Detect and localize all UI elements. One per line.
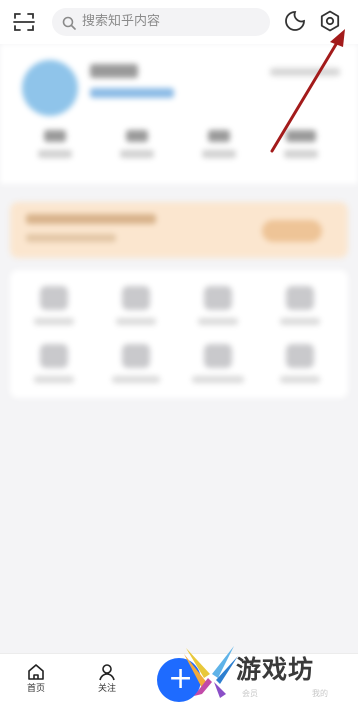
- profile-card[interactable]: [0, 44, 358, 184]
- night-mode-icon[interactable]: [283, 9, 307, 33]
- stat-item[interactable]: [30, 130, 80, 158]
- grid-item[interactable]: [24, 286, 84, 325]
- grid-item[interactable]: [24, 344, 84, 383]
- profile-name: [90, 64, 138, 78]
- blurred-content: [0, 44, 358, 404]
- watermark-text: 游戏坊: [236, 655, 315, 684]
- stat-item[interactable]: [112, 130, 162, 158]
- nav-home-label: 首页: [26, 684, 45, 694]
- feature-grid: [10, 270, 348, 398]
- avatar[interactable]: [22, 60, 78, 116]
- top-bar: 搜索知乎内容: [0, 0, 358, 44]
- search-icon: [62, 15, 76, 30]
- nav-follow[interactable]: 关注: [82, 662, 132, 695]
- search-input[interactable]: 搜索知乎内容: [52, 8, 270, 36]
- grid-item[interactable]: [270, 344, 330, 383]
- grid-item[interactable]: [188, 286, 248, 325]
- watermark-x-icon: [184, 646, 238, 698]
- grid-item[interactable]: [106, 344, 166, 383]
- promo-banner[interactable]: [10, 202, 348, 258]
- stat-item[interactable]: [194, 130, 244, 158]
- profile-link[interactable]: [90, 88, 174, 98]
- stat-item[interactable]: [276, 130, 326, 158]
- nav-follow-label: 关注: [97, 684, 116, 694]
- settings-icon[interactable]: [318, 9, 342, 33]
- user-icon: [99, 664, 115, 681]
- nav-home[interactable]: 首页: [11, 662, 61, 695]
- banner-button[interactable]: [262, 220, 322, 242]
- home-icon: [28, 664, 44, 680]
- profile-right-link[interactable]: [270, 68, 340, 76]
- search-placeholder: 搜索知乎内容: [82, 14, 161, 29]
- watermark-logo: 游戏坊: [176, 640, 358, 703]
- grid-item[interactable]: [270, 286, 330, 325]
- grid-item[interactable]: [106, 286, 166, 325]
- grid-item[interactable]: [188, 344, 248, 383]
- scan-icon[interactable]: [12, 10, 36, 34]
